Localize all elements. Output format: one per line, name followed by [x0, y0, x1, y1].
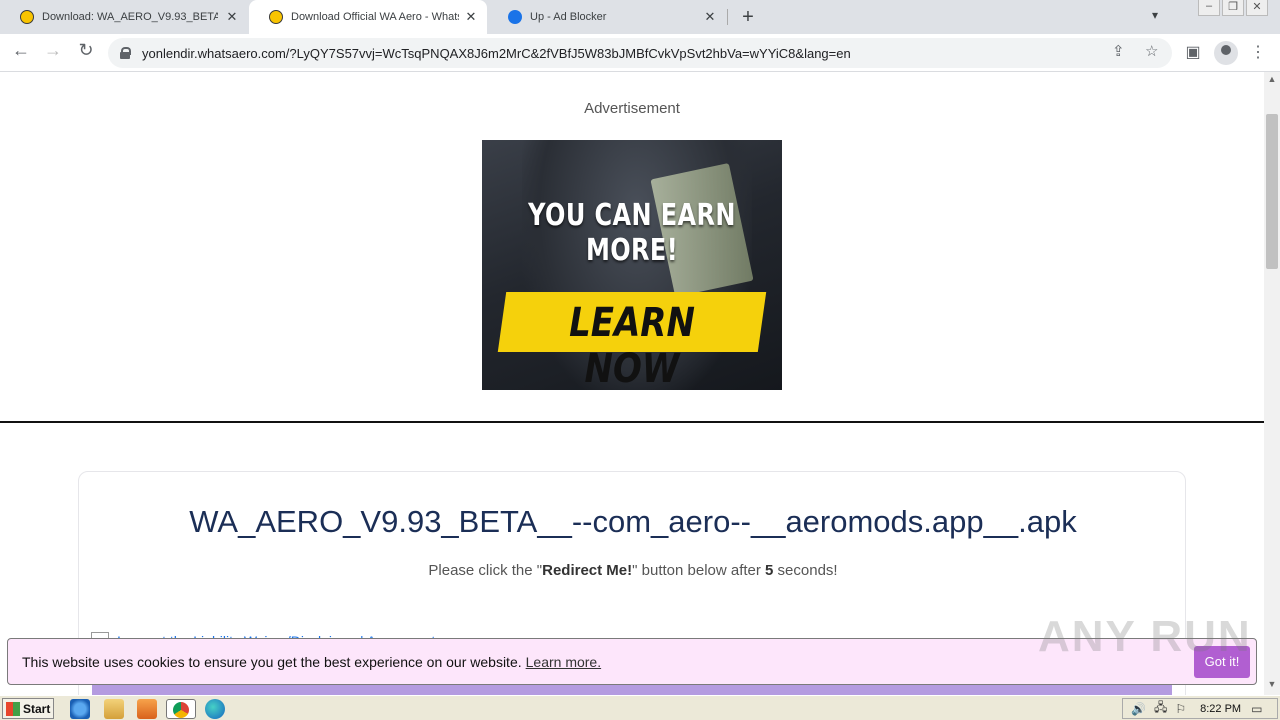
redirect-instructions: Please click the "Redirect Me!" button b…: [79, 562, 1187, 579]
volume-icon[interactable]: 🔊: [1131, 702, 1146, 716]
action-center-flag-icon[interactable]: ⚐: [1175, 702, 1186, 716]
chrome-logo-icon: [173, 702, 189, 718]
scroll-down-arrow-icon[interactable]: ▼: [1264, 679, 1280, 693]
advertisement-label: Advertisement: [584, 100, 680, 117]
close-tab-icon[interactable]: ✕: [702, 9, 718, 25]
browser-toolbar: ← → ↻ yonlendir.whatsaero.com/?LyQY7S57v…: [0, 34, 1280, 72]
url-text[interactable]: yonlendir.whatsaero.com/?LyQY7S57vvj=WcT…: [142, 46, 1102, 61]
lock-icon[interactable]: [120, 47, 131, 59]
restore-icon[interactable]: ❐: [1222, 0, 1244, 16]
chrome-taskbar-icon[interactable]: [166, 699, 196, 719]
profile-avatar-icon[interactable]: [1214, 41, 1238, 65]
instructions-text: Please click the ": [428, 562, 543, 579]
start-label: Start: [23, 701, 51, 716]
close-tab-icon[interactable]: ✕: [463, 9, 479, 25]
network-icon[interactable]: 🖧: [1154, 698, 1167, 719]
page-content: Advertisement YOU CAN EARN MORE! LEARN N…: [0, 72, 1264, 695]
windows-taskbar: Start 🔊 🖧 ⚐ 8:22 PM ▭: [0, 695, 1280, 720]
instructions-text: seconds!: [773, 562, 838, 579]
tab-download-official-wa-aero[interactable]: Download Official WA Aero - WhatsA ✕: [249, 0, 487, 34]
ad-cta-label: LEARN NOW: [569, 300, 695, 390]
system-clock[interactable]: 8:22 PM: [1200, 703, 1241, 715]
address-bar[interactable]: yonlendir.whatsaero.com/?LyQY7S57vvj=WcT…: [108, 38, 1172, 68]
tab-title: Up - Ad Blocker: [530, 11, 607, 23]
browser-tab-strip: Download: WA_AERO_V9.93_BETA_ ✕ Download…: [0, 0, 1280, 34]
checkmark-favicon-icon: [508, 10, 522, 24]
menu-kebab-icon[interactable]: ⋮: [1247, 42, 1269, 62]
tab-download-wa-aero[interactable]: Download: WA_AERO_V9.93_BETA_ ✕: [0, 0, 248, 34]
anyrun-watermark: ANY RUN: [1038, 612, 1252, 661]
file-name-title: WA_AERO_V9.93_BETA__--com_aero--__aeromo…: [189, 504, 1077, 539]
whatsapp-favicon-icon: [20, 10, 34, 24]
system-tray: 🔊 🖧 ⚐ 8:22 PM ▭: [1122, 698, 1278, 719]
tab-search-chevron-icon[interactable]: ▾: [1152, 8, 1158, 22]
tab-title: Download: WA_AERO_V9.93_BETA_: [42, 11, 218, 23]
windows-logo-icon: [6, 701, 20, 716]
close-tab-icon[interactable]: ✕: [224, 9, 240, 25]
instructions-text: " button below after: [632, 562, 766, 579]
share-icon[interactable]: ⇪: [1112, 42, 1125, 60]
whatsapp-favicon-icon: [269, 10, 283, 24]
new-tab-plus-icon[interactable]: +: [736, 6, 760, 29]
ad-banner[interactable]: YOU CAN EARN MORE! LEARN NOW: [482, 140, 782, 390]
media-player-icon[interactable]: [137, 699, 157, 719]
tab-title: Download Official WA Aero - WhatsA: [291, 11, 459, 23]
cookie-message-text: This website uses cookies to ensure you …: [22, 654, 522, 670]
page-scrollbar[interactable]: ▲ ▼: [1264, 72, 1280, 695]
ad-headline: YOU CAN EARN MORE!: [528, 198, 736, 268]
cookie-message: This website uses cookies to ensure you …: [22, 654, 601, 670]
forward-arrow-icon[interactable]: →: [40, 40, 66, 61]
window-controls: – ❐ ✕: [1198, 0, 1268, 16]
instructions-bold-button-name: Redirect Me!: [542, 562, 633, 579]
bookmark-star-icon[interactable]: ☆: [1145, 42, 1158, 60]
section-divider: [0, 421, 1264, 423]
file-explorer-icon[interactable]: [104, 699, 124, 719]
scroll-up-arrow-icon[interactable]: ▲: [1264, 74, 1280, 88]
minimize-icon[interactable]: –: [1198, 0, 1220, 16]
tab-up-ad-blocker[interactable]: Up - Ad Blocker ✕: [488, 0, 726, 34]
learn-more-link[interactable]: Learn more.: [526, 654, 601, 670]
close-window-icon[interactable]: ✕: [1246, 0, 1268, 16]
start-button[interactable]: Start: [2, 698, 54, 719]
tab-divider: [727, 9, 728, 25]
edge-icon[interactable]: [205, 699, 225, 719]
internet-explorer-icon[interactable]: [70, 699, 90, 719]
scrollbar-thumb[interactable]: [1266, 114, 1278, 269]
back-arrow-icon[interactable]: ←: [8, 40, 34, 61]
side-panel-icon[interactable]: ▣: [1182, 42, 1204, 62]
reload-icon[interactable]: ↻: [73, 40, 99, 61]
show-desktop-icon[interactable]: ▭: [1251, 702, 1262, 716]
